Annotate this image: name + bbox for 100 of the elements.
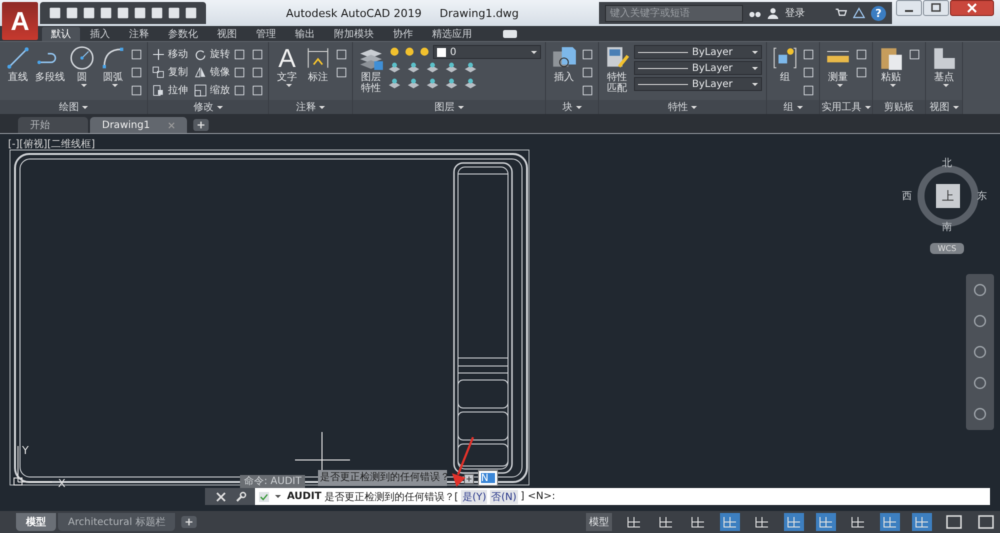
ribbon-tool-button[interactable]: 插入: [550, 45, 578, 83]
sign-in-button[interactable]: 登录: [785, 6, 805, 20]
cart-icon[interactable]: [835, 7, 847, 19]
viewport-label[interactable]: [-][俯视][二维线框]: [8, 137, 96, 151]
checkmark-icon[interactable]: [259, 492, 269, 502]
command-input-field[interactable]: AUDIT 是否更正检测到的任何错误？[ 是(Y) 否(N) ] <N>:: [255, 488, 990, 505]
command-prompt: 是否更正检测到的任何错误？[: [324, 490, 458, 504]
add-tab-icon[interactable]: [192, 119, 209, 131]
property-dropdown[interactable]: ByLayer: [634, 77, 762, 91]
ribbon-tab[interactable]: 视图: [208, 27, 246, 41]
window-title: Autodesk AutoCAD 2019: [286, 6, 422, 20]
rotate-icon: [194, 48, 207, 60]
user-icon: [767, 7, 779, 19]
ribbon-tab[interactable]: 注释: [120, 27, 158, 41]
command-history: 命令: AUDIT: [240, 475, 306, 489]
ribbon-tool-button[interactable]: 旋转: [194, 45, 230, 63]
maximize-icon[interactable]: [923, 0, 949, 16]
command-name: AUDIT: [287, 491, 322, 502]
circle-icon: [69, 45, 95, 71]
ribbon-tab[interactable]: 输出: [286, 27, 324, 41]
panel-title[interactable]: 图层: [353, 100, 545, 114]
command-default: ] <N>:: [520, 491, 556, 502]
layer-tool-icon[interactable]: [407, 77, 420, 90]
ribbon-tool-button[interactable]: 测量: [824, 45, 852, 87]
dynamic-input-prompt: 是否更正检测到的任何错误？: [318, 470, 447, 486]
panel-title[interactable]: 修改: [148, 100, 268, 114]
application-menu-button[interactable]: A: [2, 2, 38, 40]
ribbon-tab[interactable]: 协作: [384, 27, 422, 41]
ribbon-tool-button[interactable]: 复制: [152, 63, 188, 81]
layer-tool-icon[interactable]: [464, 61, 477, 74]
ribbon-tab[interactable]: 管理: [247, 27, 285, 41]
ribbon-tool-button[interactable]: 基点: [930, 45, 958, 87]
ribbon-tool-button[interactable]: 粘贴: [877, 45, 905, 87]
search-field[interactable]: 键入关键字或短语: [605, 4, 743, 22]
panel-title[interactable]: 绘图: [0, 100, 147, 114]
west-label[interactable]: 西: [902, 189, 912, 203]
panel-title[interactable]: 注释: [269, 100, 352, 114]
panel-title[interactable]: 特性: [599, 100, 766, 114]
panel-title[interactable]: 视图: [926, 100, 962, 114]
close-icon[interactable]: [950, 0, 994, 16]
dynamic-input-field[interactable]: N: [478, 470, 498, 486]
ribbon-tool-button[interactable]: 标注: [304, 45, 332, 83]
layer-tool-icon[interactable]: [426, 61, 439, 74]
arc-icon: [100, 45, 126, 71]
ribbon-tab[interactable]: 参数化: [159, 27, 207, 41]
line-icon: [5, 45, 31, 71]
command-option[interactable]: 是(Y): [461, 490, 488, 504]
layout-tab[interactable]: Architectural 标题栏: [58, 513, 176, 531]
document-title: Drawing1.dwg: [440, 6, 519, 20]
ribbon-tab[interactable]: 默认: [42, 27, 80, 41]
ribbon-tool-button[interactable]: 图层特性: [357, 45, 385, 94]
panel-title[interactable]: 组: [767, 100, 819, 114]
south-label[interactable]: 南: [942, 220, 952, 234]
triangle-icon[interactable]: [853, 7, 865, 19]
panel-title[interactable]: 剪贴板: [873, 100, 925, 114]
document-tab[interactable]: 开始: [18, 117, 88, 133]
minimize-icon[interactable]: [896, 0, 922, 16]
layer-tool-icon[interactable]: [426, 77, 439, 90]
ribbon-tool-button[interactable]: 直线: [4, 45, 32, 83]
ribbon-tool-button[interactable]: 镜像: [194, 63, 230, 81]
ribbon-tool-button[interactable]: 特性匹配: [603, 45, 631, 94]
property-dropdown[interactable]: ByLayer: [634, 45, 762, 59]
move-icon: [152, 48, 165, 60]
command-option[interactable]: 否(N): [490, 490, 518, 504]
options-icon[interactable]: [464, 474, 474, 484]
layer-tool-icon[interactable]: [445, 77, 458, 90]
ribbon-tool-button[interactable]: 多段线: [35, 45, 65, 83]
ribbon-tool-button[interactable]: 圆: [68, 45, 96, 87]
ribbon-tool-button[interactable]: 移动: [152, 45, 188, 63]
ribbon-tab[interactable]: 精选应用: [423, 27, 481, 41]
ribbon-tab[interactable]: 附加模块: [325, 27, 383, 41]
east-label[interactable]: 东: [977, 189, 987, 203]
ribbon-tab[interactable]: 插入: [81, 27, 119, 41]
viewcube-face[interactable]: 上: [936, 184, 960, 208]
stretch-icon: [152, 84, 165, 96]
mirror-icon: [194, 66, 207, 78]
help-button[interactable]: ?: [871, 6, 886, 20]
wrench-icon[interactable]: [235, 490, 247, 502]
layer-tool-icon[interactable]: [464, 77, 477, 90]
layer-tool-icon[interactable]: [388, 77, 401, 90]
north-label[interactable]: 北: [942, 156, 952, 170]
document-tab[interactable]: Drawing1: [90, 117, 187, 133]
model-space-button[interactable]: 模型: [586, 513, 612, 531]
panel-title[interactable]: 块: [546, 100, 598, 114]
y-axis-label: Y: [22, 444, 29, 457]
ribbon-tool-button[interactable]: A 文字: [273, 45, 301, 87]
ribbon-tool-button[interactable]: 圆弧: [99, 45, 127, 87]
ribbon-tool-button[interactable]: 拉伸: [152, 81, 188, 99]
layer-tool-icon[interactable]: [445, 61, 458, 74]
add-layout-icon[interactable]: [181, 516, 198, 528]
layout-tab[interactable]: 模型: [16, 513, 56, 531]
layer-tool-icon[interactable]: [388, 61, 401, 74]
layer-tool-icon[interactable]: [407, 61, 420, 74]
property-dropdown[interactable]: ByLayer: [634, 61, 762, 75]
ribbon-tool-button[interactable]: 组: [771, 45, 799, 83]
panel-title[interactable]: 实用工具: [820, 100, 872, 114]
group-icon: [772, 45, 798, 71]
layer-dropdown[interactable]: 0: [433, 45, 541, 59]
scale-icon: [194, 84, 207, 96]
ribbon-tool-button[interactable]: 缩放: [194, 81, 230, 99]
